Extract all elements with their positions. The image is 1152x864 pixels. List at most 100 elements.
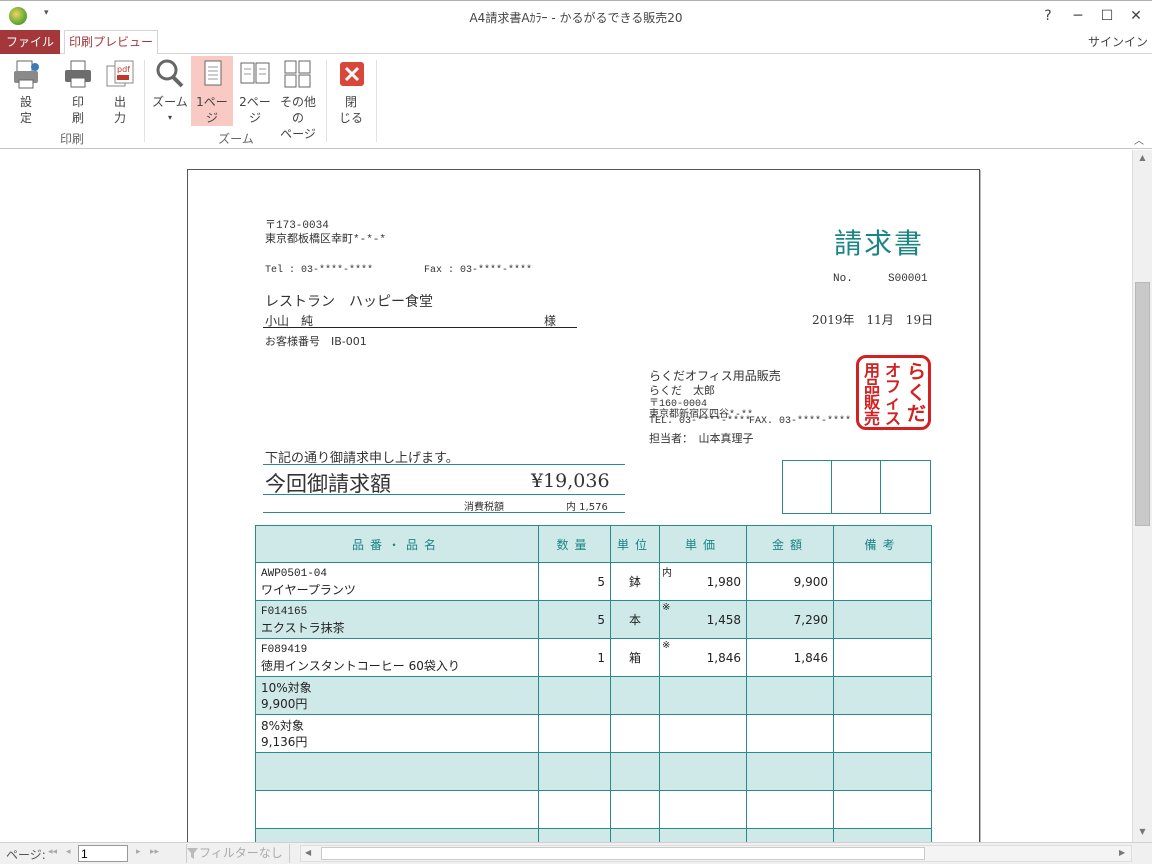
print-label-2: 刷	[71, 111, 84, 125]
price-value: 1,458	[706, 612, 741, 627]
invoice-date: 2019年 11月 19日	[812, 313, 934, 327]
tax-label: 消費税額	[464, 502, 504, 513]
amount-mid-line	[263, 494, 625, 495]
two-page-icon	[240, 62, 270, 84]
table-header-row: 品番・品名 数量 単位 単価 金額 備考	[255, 525, 932, 563]
approval-divider	[880, 461, 881, 513]
title-bar: ▾ A4請求書Aｶﾗｰ - かるがるできる販売20 ? ─ ☐ ✕	[0, 0, 1152, 30]
close-window-button[interactable]: ✕	[1121, 5, 1151, 27]
prev-page-icon[interactable]: ◂	[66, 847, 71, 857]
customer-name: レストラン ハッピー食堂	[265, 294, 433, 310]
output-button[interactable]: pdf 出 力	[102, 56, 138, 126]
ribbon: 設 定 印 刷 pdf 出 力 印刷 ズーム ▾ 1ペー ジ 2ペー ジ その他…	[0, 54, 1152, 149]
filter-label: フィルターなし	[199, 846, 283, 860]
group-separator	[376, 60, 377, 142]
zoom-button[interactable]: ズーム ▾	[150, 56, 190, 126]
print-button[interactable]: 印 刷	[60, 56, 96, 126]
window-title: A4請求書Aｶﾗｰ - かるがるできる販売20	[469, 11, 683, 25]
help-button[interactable]: ?	[1033, 5, 1063, 27]
table-row: 8%対象 9,136円	[255, 714, 932, 753]
printer-icon	[65, 60, 91, 88]
item-name: エクストラ抹茶	[261, 620, 345, 635]
first-page-icon[interactable]: ◂◂	[48, 847, 57, 857]
tab-file[interactable]: ファイル	[0, 30, 60, 54]
header-unit: 単位	[610, 525, 660, 563]
zoom-label: ズーム	[152, 95, 188, 109]
price-cell: 内 1,980	[659, 562, 747, 601]
other-pages-label-2: ページ	[280, 127, 316, 141]
item-cell: F014165 エクストラ抹茶	[255, 600, 539, 639]
horizontal-scrollbar-thumb[interactable]	[321, 847, 925, 860]
item-code: AWP0501-04	[261, 567, 328, 580]
close-x-icon	[340, 62, 364, 86]
header-item: 品番・品名	[255, 525, 539, 563]
qty-cell: 5	[538, 600, 611, 639]
multi-page-icon	[284, 60, 311, 88]
staff-name: 担当者： 山本真理子	[649, 432, 754, 445]
other-pages-button[interactable]: その他の ページ	[276, 56, 320, 142]
item-name: ワイヤープランツ	[261, 582, 356, 597]
signin-link[interactable]: サインイン	[1088, 33, 1148, 50]
maximize-button[interactable]: ☐	[1092, 5, 1122, 27]
invoice-no-value: S00001	[888, 273, 928, 285]
scroll-right-icon[interactable]: ▶	[1119, 848, 1125, 857]
page-setup-label-1: 設	[19, 95, 32, 109]
page-label: ページ:	[6, 848, 46, 862]
price-value: 1,980	[706, 574, 741, 589]
approval-divider	[831, 461, 832, 513]
one-page-label-1: 1ペー	[196, 95, 228, 109]
customer-number: お客様番号 IB-001	[265, 335, 367, 348]
minimize-button[interactable]: ─	[1063, 5, 1093, 27]
tab-print-preview[interactable]: 印刷プレビュー	[64, 30, 158, 55]
seal-char: ら	[907, 361, 926, 383]
filter-status[interactable]: フィルターなし	[186, 844, 290, 863]
close-preview-label-1: 閉	[344, 95, 357, 109]
navigation-bar: ページ: ◂◂ ◂ ▸ ▸▸ フィルターなし ◀ ▶	[0, 842, 1152, 864]
amount-cell: 7,290	[746, 600, 834, 639]
last-page-icon[interactable]: ▸▸	[150, 847, 159, 857]
scroll-up-icon[interactable]: ▲	[1133, 150, 1152, 166]
table-row	[255, 752, 932, 791]
table-row	[255, 828, 932, 842]
table-row	[255, 790, 932, 829]
horizontal-scrollbar[interactable]: ◀ ▶	[300, 845, 1132, 862]
page-number-input[interactable]	[78, 845, 128, 862]
magnifier-icon	[156, 59, 184, 88]
summary-8-label: 8%対象	[261, 718, 305, 733]
approval-boxes	[782, 460, 931, 514]
seal-char: だ	[907, 403, 926, 425]
page-setup-button[interactable]: 設 定	[8, 56, 44, 126]
page-setup-label-2: 定	[19, 111, 32, 125]
amount-cell: 9,900	[746, 562, 834, 601]
group-separator	[326, 60, 327, 142]
ribbon-tab-bar: ファイル 印刷プレビュー サインイン	[0, 30, 1152, 55]
price-cell: ※ 1,846	[659, 638, 747, 677]
qty-cell: 1	[538, 638, 611, 677]
tax-mark: ※	[662, 602, 671, 613]
amount-cell: 1,846	[746, 638, 834, 677]
close-preview-button[interactable]: 閉 じる	[333, 56, 369, 126]
invoice-title: 請求書	[834, 227, 925, 260]
print-preview-pane: 〒173-0034 東京都板橋区幸町*-*-* Tel : 03-****-**…	[0, 150, 1132, 842]
collapse-ribbon-icon[interactable]: ︿	[1134, 132, 1144, 147]
scroll-left-icon[interactable]: ◀	[305, 848, 311, 857]
group-separator	[144, 60, 145, 142]
table-row: 10%対象 9,900円	[255, 676, 932, 715]
page-setup-icon	[14, 60, 39, 89]
item-code: F014165	[261, 605, 308, 618]
one-page-button[interactable]: 1ペー ジ	[191, 56, 233, 126]
table-row: F089419 徳用インスタントコーヒー 60袋入り 1 箱 ※ 1,846 1,8…	[255, 638, 932, 677]
sender-tel: Tel : 03-****-****	[265, 265, 374, 276]
issuer-tel: TEL. 03-****-****	[649, 416, 752, 427]
next-page-icon[interactable]: ▸	[136, 847, 141, 857]
scroll-down-icon[interactable]: ▼	[1133, 824, 1152, 840]
two-page-button[interactable]: 2ペー ジ	[236, 56, 274, 126]
one-page-icon	[204, 60, 222, 86]
scrollbar-thumb[interactable]	[1135, 282, 1150, 526]
item-code: F089419	[261, 643, 308, 656]
note-cell	[833, 600, 932, 639]
seal-characters: ら く だ オ フ ィ ス 用 品 販 売	[864, 361, 926, 428]
header-qty: 数量	[538, 525, 611, 563]
summary-8-cell: 8%対象 9,136円	[255, 714, 539, 753]
vertical-scrollbar[interactable]: ▲ ▼	[1132, 150, 1152, 842]
